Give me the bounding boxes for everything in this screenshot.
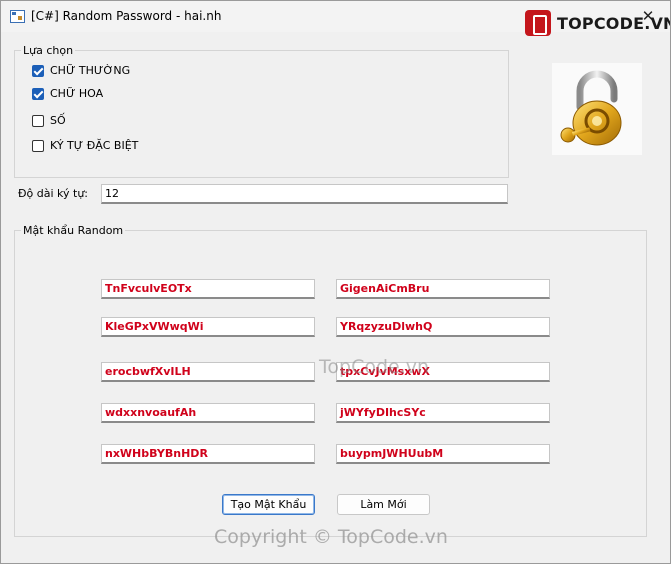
topcode-logo-icon [525, 10, 551, 36]
password-field[interactable]: KleGPxVWwqWi [101, 317, 315, 337]
checkbox-numbers[interactable]: SỐ [32, 114, 66, 127]
checkbox-checked-icon[interactable] [32, 87, 44, 100]
main-window: [C#] Random Password - hai.nh ✕ TOPCODE.… [0, 0, 671, 564]
passwords-legend: Mật khẩu Random [21, 224, 126, 237]
password-field[interactable]: YRqzyzuDlwhQ [336, 317, 550, 337]
checkbox-unchecked-icon[interactable] [32, 114, 44, 127]
password-field[interactable]: jWYfyDIhcSYc [336, 403, 550, 423]
checkbox-label: CHỮ THƯỜNG [50, 64, 131, 77]
checkbox-uppercase[interactable]: CHỮ HOA [32, 87, 103, 100]
options-legend: Lựa chọn [21, 44, 76, 57]
watermark-copyright: Copyright © TopCode.vn [214, 526, 448, 548]
length-label: Độ dài ký tự: [18, 187, 89, 200]
length-input[interactable]: 12 [101, 184, 508, 204]
checkbox-special[interactable]: KÝ TỰ ĐẶC BIỆT [32, 139, 138, 152]
passwords-group [14, 230, 647, 537]
checkbox-label: CHỮ HOA [50, 87, 104, 100]
checkbox-unchecked-icon[interactable] [32, 139, 44, 152]
password-field[interactable]: wdxxnvoaufAh [101, 403, 315, 423]
checkbox-label: KÝ TỰ ĐẶC BIỆT [50, 139, 139, 152]
brand-logo: TOPCODE.VN [525, 9, 671, 37]
password-field[interactable]: erocbwfXvILH [101, 362, 315, 382]
password-field[interactable]: nxWHbBYBnHDR [101, 444, 315, 464]
brand-text: TOPCODE.VN [557, 13, 671, 33]
padlock-icon [560, 70, 622, 146]
window-title: [C#] Random Password - hai.nh [31, 9, 222, 23]
generate-password-button[interactable]: Tạo Mật Khẩu [222, 494, 315, 515]
checkbox-checked-icon[interactable] [32, 64, 44, 77]
checkbox-lowercase[interactable]: CHỮ THƯỜNG [32, 64, 130, 77]
watermark-center: TopCode.vn [319, 356, 430, 378]
app-icon [10, 10, 25, 23]
password-field[interactable]: GigenAiCmBru [336, 279, 550, 299]
password-field[interactable]: TnFvculvEOTx [101, 279, 315, 299]
lock-image [552, 63, 642, 155]
checkbox-label: SỐ [50, 114, 66, 127]
reset-button[interactable]: Làm Mới [337, 494, 430, 515]
password-field[interactable]: buypmJWHUubM [336, 444, 550, 464]
